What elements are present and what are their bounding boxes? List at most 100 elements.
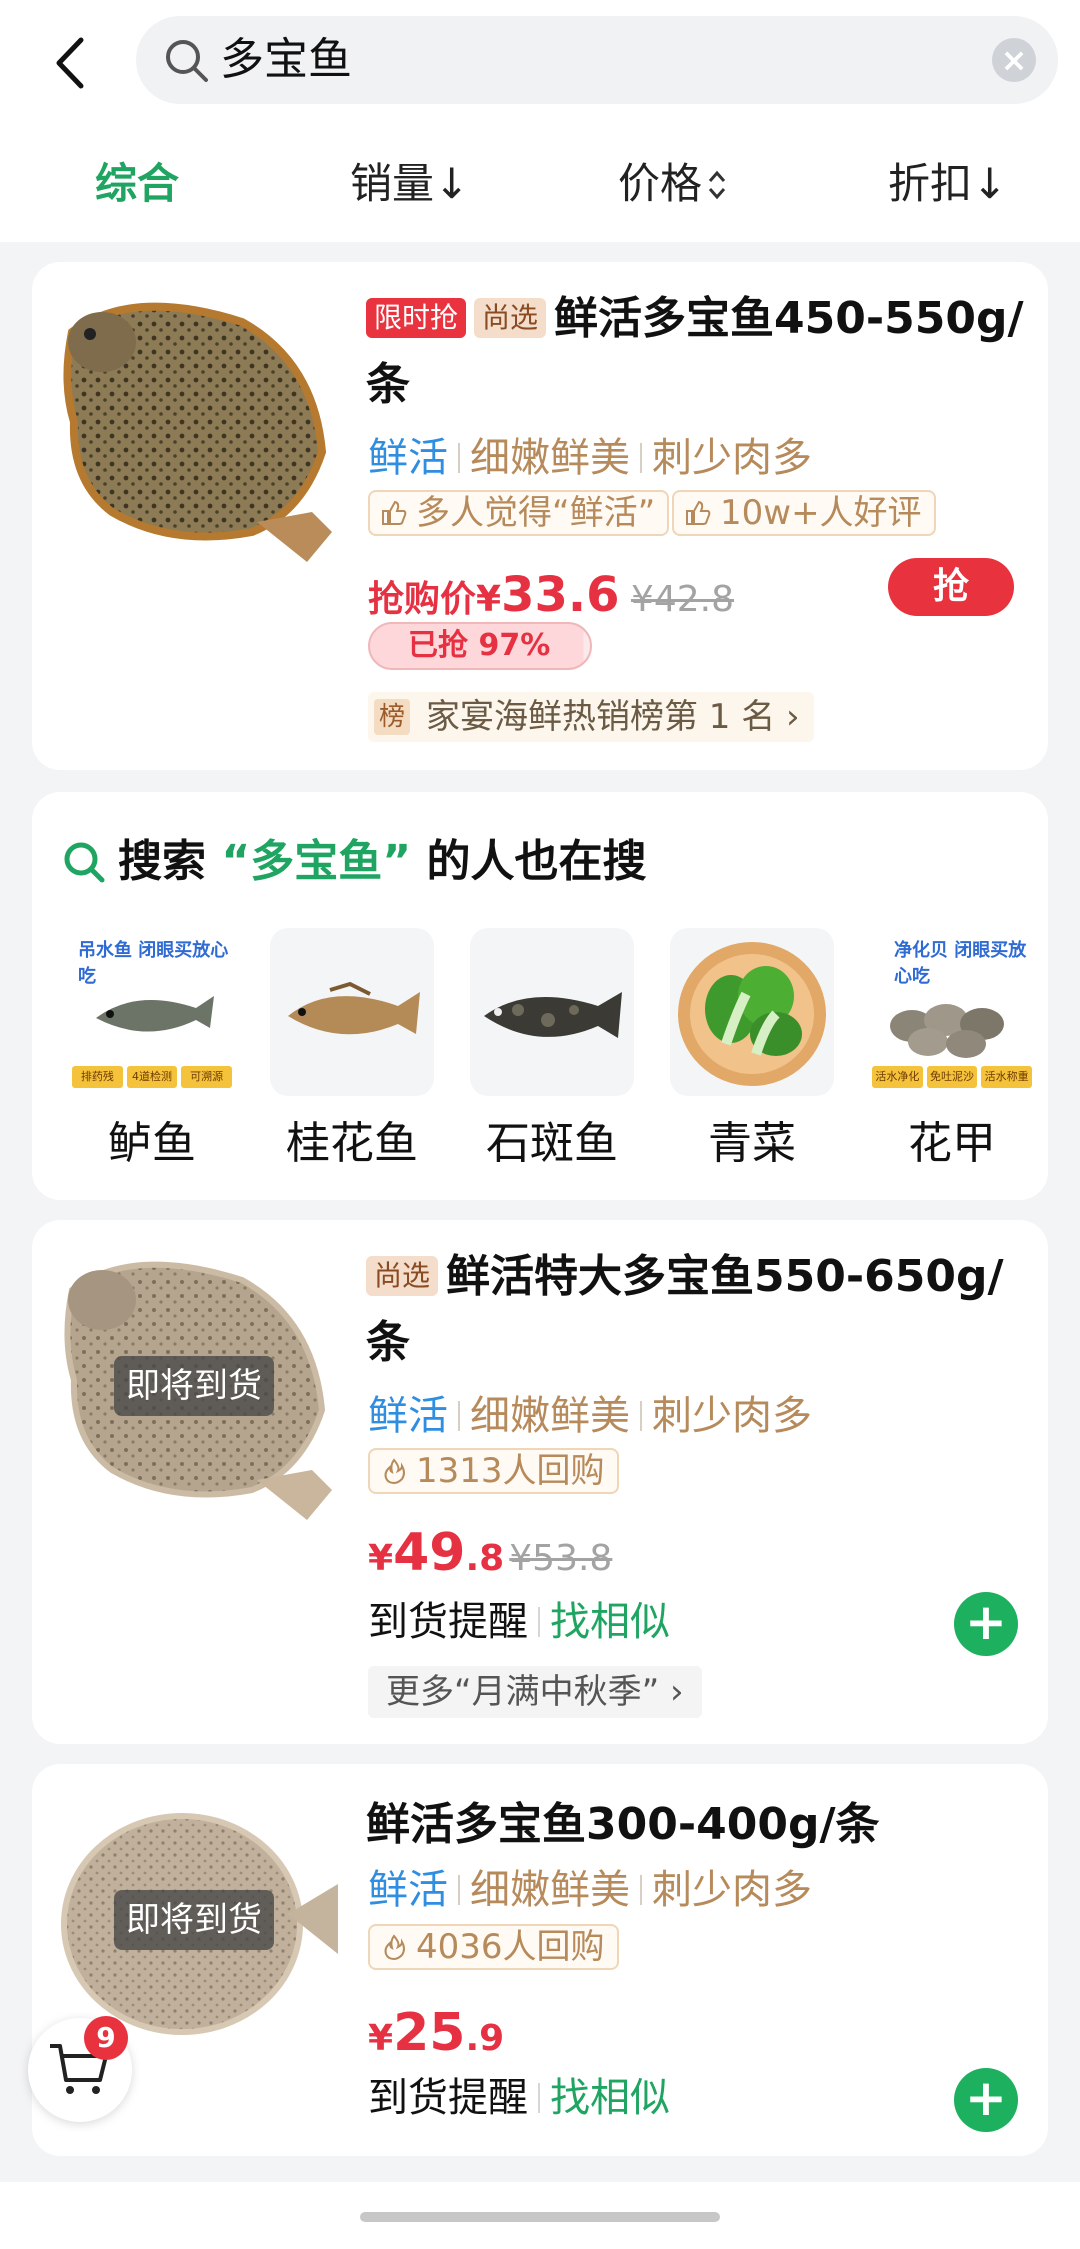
add-to-cart-button[interactable]: + [954,2068,1018,2132]
currency: ¥ [368,2018,394,2059]
select-badge: 尚选 [474,298,547,338]
product-card[interactable]: 即将到货 鲜活多宝鱼300-400g/条 鲜活 细嫩鲜美 刺少肉多 4036人回购 … [32,1764,1048,2156]
back-button[interactable] [42,32,98,94]
related-searches-title: 搜索 “多宝鱼” 的人也在搜 [62,832,647,892]
promo-tag: 4道检测 [126,1066,178,1088]
tab-price[interactable]: 价格 [618,150,728,218]
related-item-label[interactable]: 石斑鱼 [462,1114,642,1174]
related-item-label[interactable]: 花甲 [862,1114,1042,1174]
repurchase-chip: 4036人回购 [368,1924,619,1970]
add-to-cart-button[interactable]: + [954,1592,1018,1656]
price: 33.6 [501,567,620,623]
chevron-right-icon: › [659,1672,684,1712]
clear-search-button[interactable]: × [992,38,1036,82]
price-label: 抢购价 [368,579,477,620]
find-similar-link[interactable]: 找相似 [550,1599,670,1645]
coming-soon-overlay: 即将到货 [114,1356,274,1416]
price-integer: 25 [393,2003,466,2063]
attr-fresh: 鲜活 [368,1867,448,1913]
attr-fresh: 鲜活 [368,1393,448,1439]
floating-cart-button[interactable]: 9 [28,2016,132,2122]
product-attrs: 鲜活 细嫩鲜美 刺少肉多 [368,1862,812,1918]
related-searches-card: 搜索 “多宝鱼” 的人也在搜 吊水鱼 闭眼买放心吃 排药残 4道检测 可溯源 鲈鱼 … [32,792,1048,1200]
sold-progress-text: 已抢 97% [408,628,551,663]
rating-chip-text: 10w+人好评 [720,493,922,533]
tab-sales[interactable]: 销量↓ [350,150,469,218]
rating-chip: 10w+人好评 [672,490,936,536]
thumbs-up-icon [382,500,407,525]
tab-comprehensive[interactable]: 综合 [95,150,179,218]
grab-button[interactable]: 抢 [888,558,1014,616]
price-integer: 49 [393,1523,466,1583]
sold-progress: 已抢 97% [368,622,592,670]
close-icon: × [1000,41,1028,79]
related-prefix: 搜索 [118,836,206,887]
rank-text: 家宴海鲜热销榜第 1 名 [426,697,776,737]
search-icon [166,40,208,82]
product-title-text: 鲜活特大多宝鱼550-650g/条 [366,1251,1004,1368]
search-query: 多宝鱼 [220,34,352,85]
home-indicator[interactable] [360,2212,720,2222]
price-decimal: .9 [465,2018,505,2059]
cart-count-badge: 9 [84,2016,128,2060]
original-price: ¥53.8 [509,1538,613,1579]
attr-tender: 细嫩鲜美 [470,1867,630,1913]
plus-icon: + [965,1593,1007,1651]
bok-choy-image [678,942,826,1086]
rank-icon: 榜 [374,699,410,735]
related-item-label[interactable]: 青菜 [662,1114,842,1174]
promo-tag: 活水净化 [872,1066,923,1088]
product-card[interactable]: 限时抢 尚选 鲜活多宝鱼450-550g/条 鲜活 细嫩鲜美 刺少肉多 多人觉得“鲜活”… [32,262,1048,770]
search-input[interactable]: 多宝鱼 × [136,16,1058,104]
more-link[interactable]: 更多“月满中秋季” › [368,1666,702,1718]
price-row: ¥25.9 [368,1998,504,2080]
repurchase-text: 1313人回购 [416,1451,605,1491]
attr-tender: 细嫩鲜美 [470,1393,630,1439]
related-item-mandarin-fish[interactable] [270,928,434,1096]
promo-tag: 活水称重 [981,1066,1033,1088]
promo-tag: 免吐泥沙 [926,1066,978,1088]
attr-tender: 细嫩鲜美 [470,435,630,481]
related-item-greens[interactable] [670,928,834,1096]
review-chip: 多人觉得“鲜活” [368,490,670,536]
product-title: 尚选 鲜活特大多宝鱼550-650g/条 [366,1244,1046,1376]
product-title: 限时抢 尚选 鲜活多宝鱼450-550g/条 [366,286,1026,418]
related-keyword: “多宝鱼” [221,836,412,887]
price-row: ¥49.8 ¥53.8 [368,1518,612,1600]
related-item-grouper[interactable] [470,928,634,1096]
arrival-reminder-link[interactable]: 到货提醒 [368,1599,528,1645]
grouper-fish-image [484,992,622,1038]
remind-row: 到货提醒 找相似 [368,1594,670,1650]
mandarin-fish-image [288,981,420,1035]
attr-less-bones: 刺少肉多 [652,1393,812,1439]
find-similar-link[interactable]: 找相似 [550,2075,670,2121]
attr-fresh: 鲜活 [368,435,448,481]
tab-price-label: 价格 [618,159,703,208]
related-item-clams[interactable]: 净化贝 闭眼买放心吃 活水净化 免吐泥沙 活水称重 [870,928,1034,1096]
currency: ¥ [476,579,502,620]
remind-row: 到货提醒 找相似 [368,2070,670,2126]
related-item-label[interactable]: 鲈鱼 [62,1114,242,1174]
seabass-fish-image [96,996,214,1032]
plus-icon: + [965,2069,1007,2127]
select-badge: 尚选 [366,1256,439,1296]
more-link-text: 更多“月满中秋季” [386,1672,660,1712]
tab-discount[interactable]: 折扣↓ [888,150,1007,218]
attr-less-bones: 刺少肉多 [652,435,812,481]
clams-image [890,1004,1004,1058]
related-item-label[interactable]: 桂花鱼 [262,1114,442,1174]
promo-tag: 可溯源 [181,1066,233,1088]
related-suffix: 的人也在搜 [426,836,647,887]
product-card[interactable]: 即将到货 尚选 鲜活特大多宝鱼550-650g/条 鲜活 细嫩鲜美 刺少肉多 1313… [32,1220,1048,1744]
repurchase-text: 4036人回购 [416,1927,605,1967]
related-item-seabass[interactable]: 吊水鱼 闭眼买放心吃 排药残 4道检测 可溯源 [70,928,234,1096]
promo-tags: 排药残 4道检测 可溯源 [72,1066,233,1088]
product-title: 鲜活多宝鱼300-400g/条 [366,1799,880,1850]
flash-sale-badge: 限时抢 [366,298,467,338]
flame-icon [384,1458,405,1485]
coming-soon-overlay: 即将到货 [114,1890,274,1950]
product-attrs: 鲜活 细嫩鲜美 刺少肉多 [368,1388,812,1444]
rank-link[interactable]: 榜 家宴海鲜热销榜第 1 名 › [368,692,814,742]
arrival-reminder-link[interactable]: 到货提醒 [368,2075,528,2121]
flame-icon [384,1934,405,1961]
